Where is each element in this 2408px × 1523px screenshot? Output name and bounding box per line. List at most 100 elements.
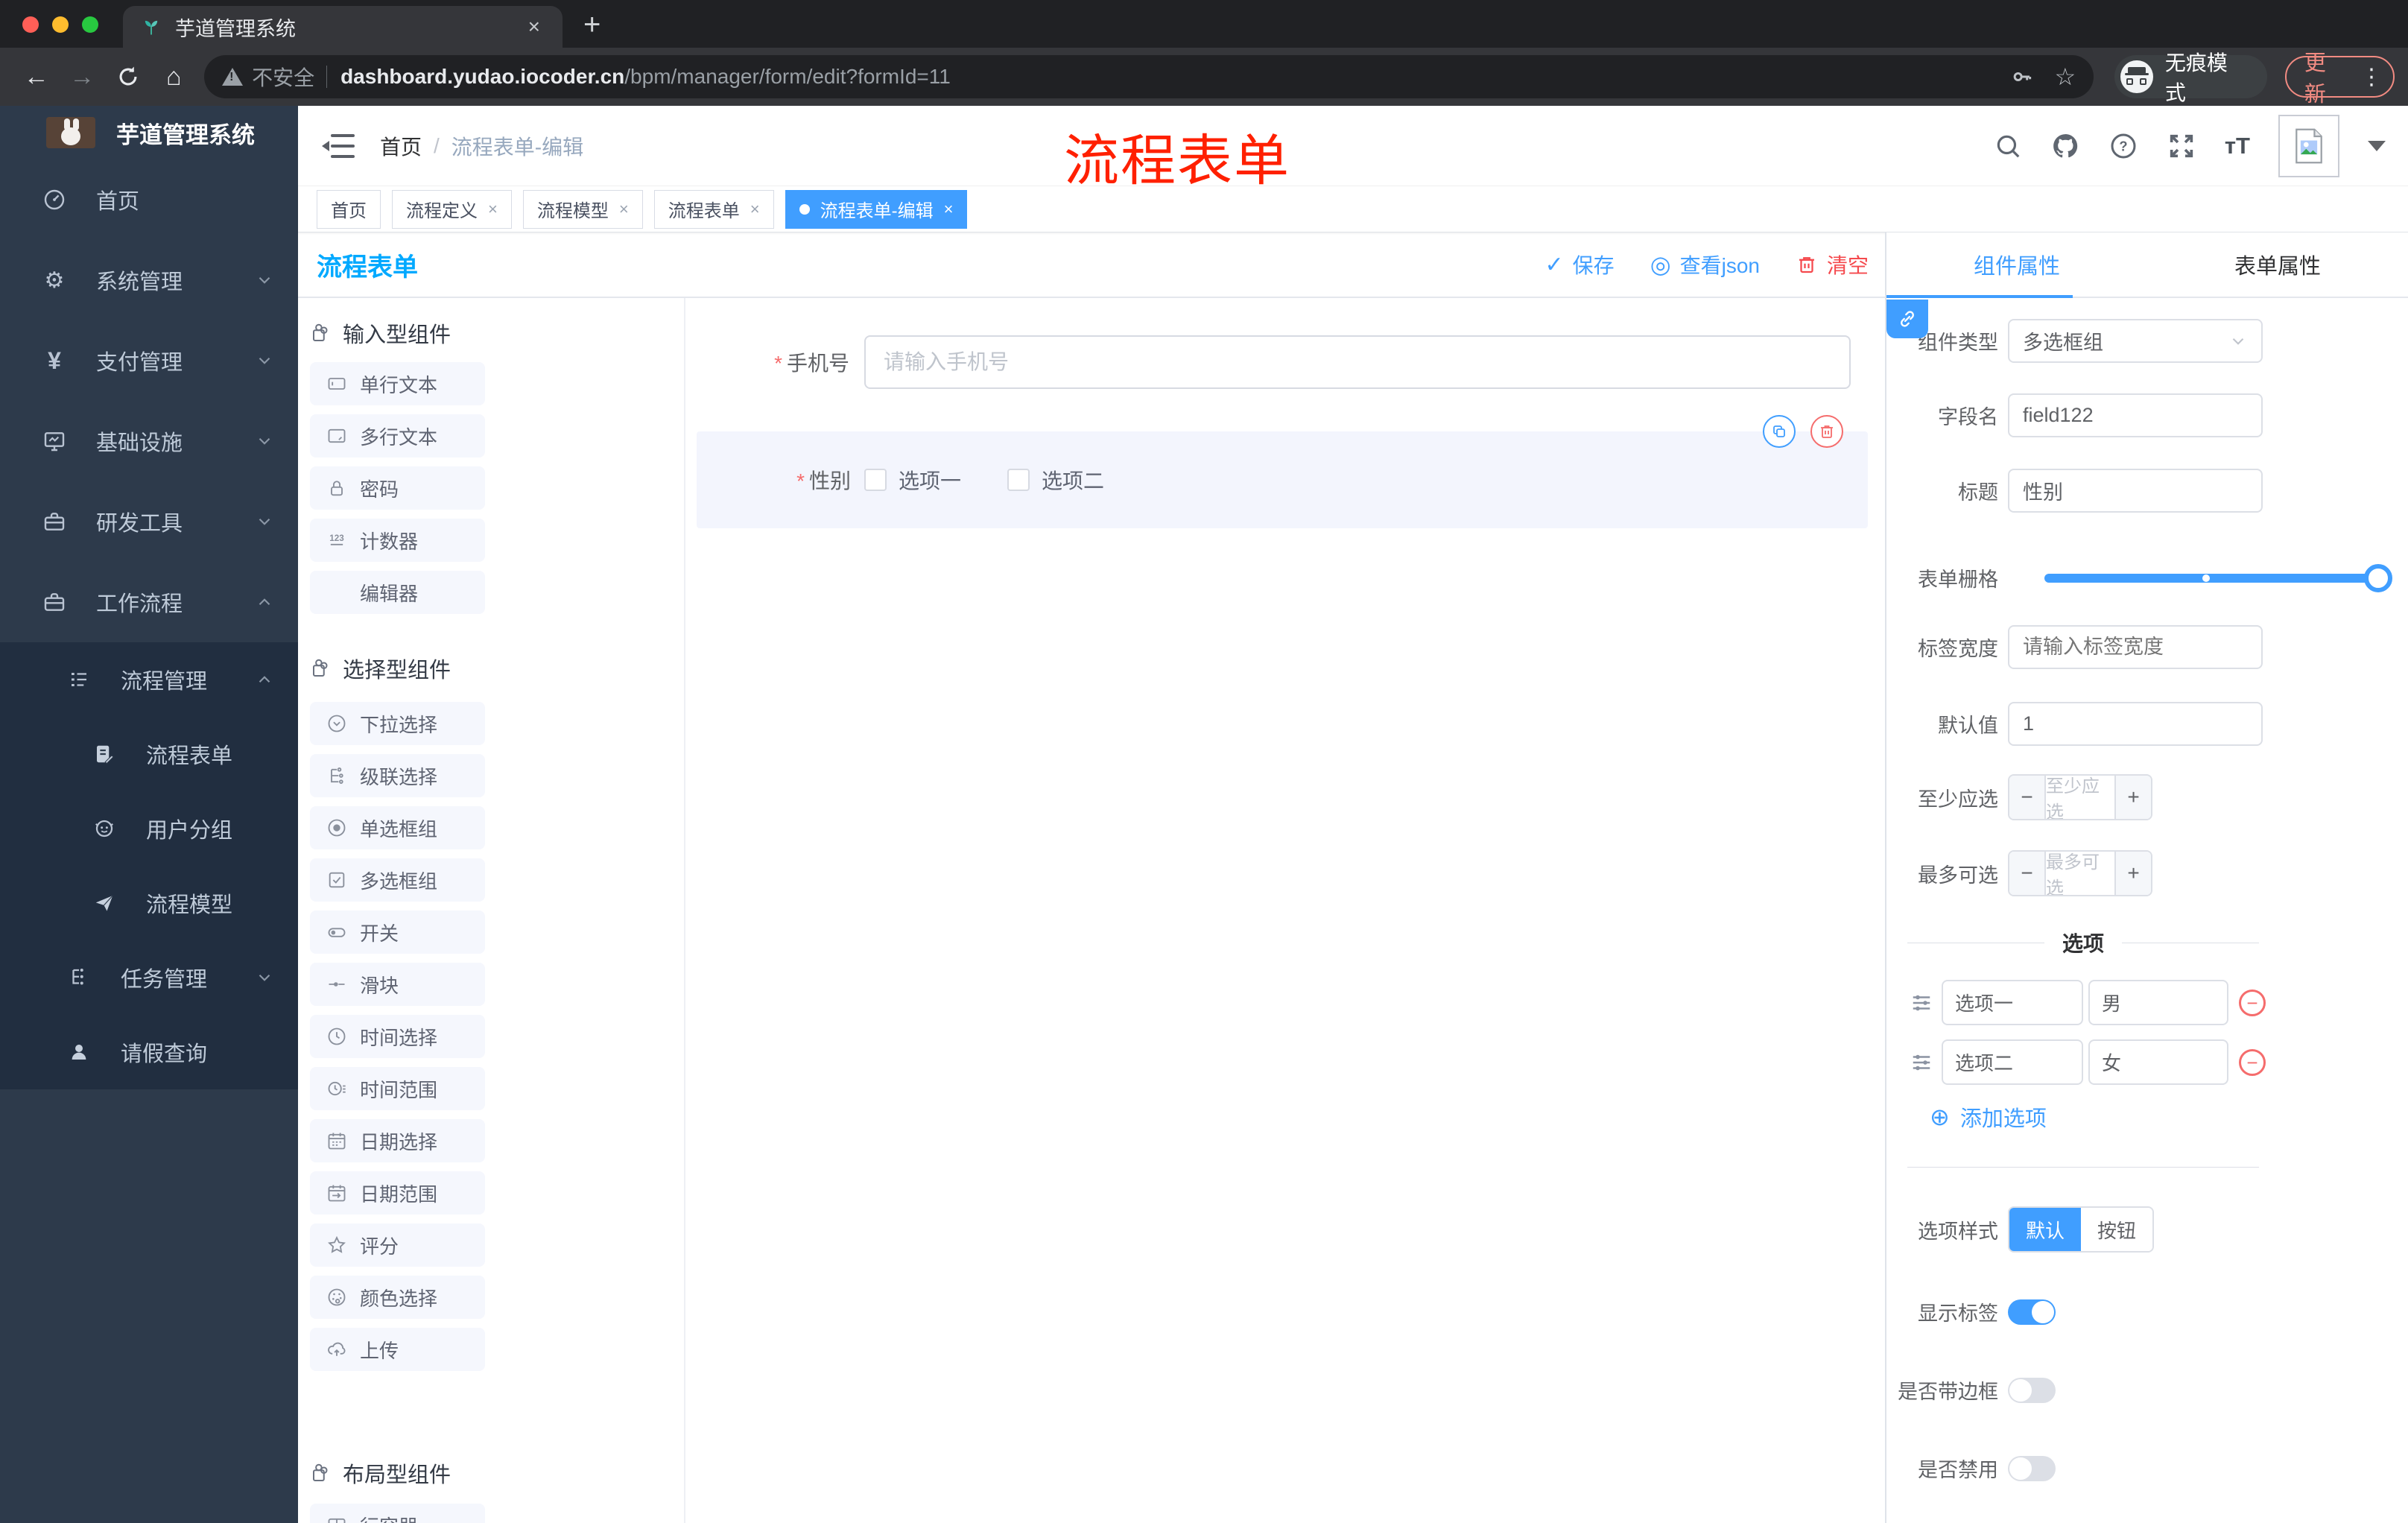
max-select-value[interactable]: 最多可选 bbox=[2044, 852, 2116, 895]
tab-process-model[interactable]: 流程模型 × bbox=[522, 189, 643, 229]
option-label-input[interactable] bbox=[1942, 980, 2083, 1025]
sidebar-item-infrastructure[interactable]: 基础设施 bbox=[0, 401, 298, 481]
avatar-caret-icon[interactable] bbox=[2368, 140, 2386, 151]
remove-option-button[interactable]: − bbox=[2239, 989, 2266, 1016]
option-label-input[interactable] bbox=[1942, 1039, 2083, 1085]
sidebar-item-workflow[interactable]: 工作流程 bbox=[0, 562, 298, 642]
sidebar-item-process-form[interactable]: 流程表单 bbox=[0, 717, 298, 791]
form-canvas[interactable]: *手机号 *性别 bbox=[685, 298, 1885, 1523]
border-toggle[interactable] bbox=[2008, 1377, 2056, 1403]
tab-process-form-edit[interactable]: 流程表单-编辑 × bbox=[785, 189, 968, 229]
tab-component-props[interactable]: 组件属性 bbox=[1886, 232, 2147, 297]
option-value-input[interactable] bbox=[2088, 980, 2228, 1025]
canvas-field-phone[interactable]: * 手机号 bbox=[685, 335, 1885, 389]
sidebar-item-process-model[interactable]: 流程模型 bbox=[0, 866, 298, 940]
window-zoom-button[interactable] bbox=[82, 16, 98, 33]
component-date-range[interactable]: 日期范围 bbox=[310, 1171, 485, 1215]
min-select-value[interactable]: 至少应选 bbox=[2044, 776, 2116, 819]
window-controls[interactable] bbox=[22, 16, 98, 33]
plus-button[interactable]: + bbox=[2116, 776, 2151, 819]
minus-button[interactable]: − bbox=[2009, 776, 2044, 819]
bookmark-star-icon[interactable]: ☆ bbox=[2055, 63, 2076, 91]
style-default-button[interactable]: 默认 bbox=[2009, 1208, 2082, 1251]
remove-option-button[interactable]: − bbox=[2239, 1048, 2266, 1076]
component-select[interactable]: 下拉选择 bbox=[310, 702, 485, 745]
sidebar-item-task-management[interactable]: 任务管理 bbox=[0, 940, 298, 1015]
breadcrumb-home[interactable]: 首页 bbox=[380, 131, 422, 161]
drag-handle-icon[interactable] bbox=[1910, 1051, 1933, 1074]
component-editor[interactable]: 编辑器 bbox=[310, 571, 485, 614]
add-option-button[interactable]: ⊕ 添加选项 bbox=[1930, 1101, 2408, 1133]
url-path[interactable]: /bpm/manager/form/edit?formId=11 bbox=[624, 65, 951, 89]
phone-input[interactable] bbox=[864, 335, 1851, 389]
field-binding-link-tab[interactable] bbox=[1886, 300, 1928, 338]
component-upload[interactable]: 上传 bbox=[310, 1328, 485, 1371]
component-date-picker[interactable]: 日期选择 bbox=[310, 1119, 485, 1162]
browser-update-button[interactable]: 更新 ⋮ bbox=[2284, 51, 2395, 107]
tab-close-icon[interactable]: × bbox=[944, 200, 954, 219]
view-json-button[interactable]: ◎ 查看json bbox=[1650, 250, 1760, 279]
drag-handle-icon[interactable] bbox=[1910, 992, 1933, 1014]
sidebar-item-home[interactable]: 首页 bbox=[0, 159, 298, 240]
component-slider[interactable]: 滑块 bbox=[310, 963, 485, 1006]
component-rate[interactable]: 评分 bbox=[310, 1223, 485, 1267]
reload-icon[interactable] bbox=[105, 64, 151, 89]
sidebar-item-process-management[interactable]: 流程管理 bbox=[0, 642, 298, 717]
sidebar-item-payment[interactable]: ¥ 支付管理 bbox=[0, 320, 298, 401]
security-label[interactable]: 不安全 bbox=[252, 62, 314, 92]
component-multi-line-text[interactable]: 多行文本 bbox=[310, 414, 485, 457]
save-button[interactable]: ✓ 保存 bbox=[1545, 250, 1615, 279]
checkbox-icon[interactable] bbox=[1007, 469, 1030, 491]
forward-icon[interactable]: → bbox=[60, 63, 106, 92]
search-icon[interactable] bbox=[1994, 132, 2022, 160]
gender-option-2[interactable]: 选项二 bbox=[1007, 465, 1104, 495]
component-row-container[interactable]: 行容器 bbox=[310, 1504, 485, 1523]
window-close-button[interactable] bbox=[22, 16, 39, 33]
new-tab-button[interactable]: + bbox=[583, 8, 601, 42]
duplicate-component-button[interactable] bbox=[1763, 415, 1796, 448]
component-radio-group[interactable]: 单选框组 bbox=[310, 806, 485, 849]
back-icon[interactable]: ← bbox=[13, 63, 60, 92]
help-icon[interactable]: ? bbox=[2108, 131, 2138, 161]
tab-form-props[interactable]: 表单属性 bbox=[2147, 232, 2408, 297]
address-bar[interactable]: ! 不安全 dashboard.yudao.iocoder.cn /bpm/ma… bbox=[204, 55, 2094, 98]
label-width-input[interactable] bbox=[2008, 625, 2263, 669]
avatar[interactable] bbox=[2278, 114, 2339, 177]
password-key-icon[interactable] bbox=[2010, 65, 2034, 89]
title-input[interactable] bbox=[2008, 469, 2263, 513]
component-cascader[interactable]: 级联选择 bbox=[310, 754, 485, 797]
sidebar-item-leave-query[interactable]: 请假查询 bbox=[0, 1015, 298, 1089]
url-domain[interactable]: dashboard.yudao.iocoder.cn bbox=[340, 65, 624, 89]
sidebar-logo[interactable]: 芋道管理系统 bbox=[0, 106, 298, 159]
component-color-picker[interactable]: 颜色选择 bbox=[310, 1276, 485, 1319]
home-icon[interactable]: ⌂ bbox=[151, 63, 197, 92]
browser-tab[interactable]: 芋道管理系统 × bbox=[123, 6, 563, 48]
option-value-input[interactable] bbox=[2088, 1039, 2228, 1085]
disabled-toggle[interactable] bbox=[2008, 1455, 2056, 1481]
component-switch[interactable]: 开关 bbox=[310, 911, 485, 954]
tab-close-icon[interactable]: × bbox=[524, 15, 545, 39]
tab-process-definition[interactable]: 流程定义 × bbox=[392, 189, 512, 229]
sidebar-item-user-group[interactable]: 用户分组 bbox=[0, 791, 298, 866]
tab-close-icon[interactable]: × bbox=[619, 200, 629, 219]
tab-close-icon[interactable]: × bbox=[750, 200, 760, 219]
gender-option-1[interactable]: 选项一 bbox=[864, 465, 961, 495]
plus-button[interactable]: + bbox=[2116, 852, 2151, 895]
fullscreen-icon[interactable] bbox=[2167, 131, 2196, 161]
checkbox-icon[interactable] bbox=[864, 469, 887, 491]
component-single-line-text[interactable]: 单行文本 bbox=[310, 362, 485, 405]
component-checkbox-group[interactable]: 多选框组 bbox=[310, 858, 485, 902]
component-time-range[interactable]: 时间范围 bbox=[310, 1067, 485, 1110]
tab-process-form[interactable]: 流程表单 × bbox=[653, 189, 774, 229]
style-button-button[interactable]: 按钮 bbox=[2081, 1208, 2153, 1251]
component-type-select[interactable]: 多选框组 bbox=[2008, 319, 2263, 363]
font-size-icon[interactable]: тT bbox=[2225, 133, 2250, 159]
window-minimize-button[interactable] bbox=[52, 16, 69, 33]
sidebar-collapse-icon[interactable] bbox=[322, 133, 355, 159]
slider-handle[interactable] bbox=[2364, 563, 2392, 592]
delete-component-button[interactable] bbox=[1810, 415, 1843, 448]
canvas-field-gender-selected[interactable]: * 性别 选项一 选项二 bbox=[697, 415, 1868, 528]
github-icon[interactable] bbox=[2050, 131, 2080, 161]
sidebar-item-devtools[interactable]: 研发工具 bbox=[0, 481, 298, 562]
form-grid-slider[interactable] bbox=[2044, 563, 2392, 592]
